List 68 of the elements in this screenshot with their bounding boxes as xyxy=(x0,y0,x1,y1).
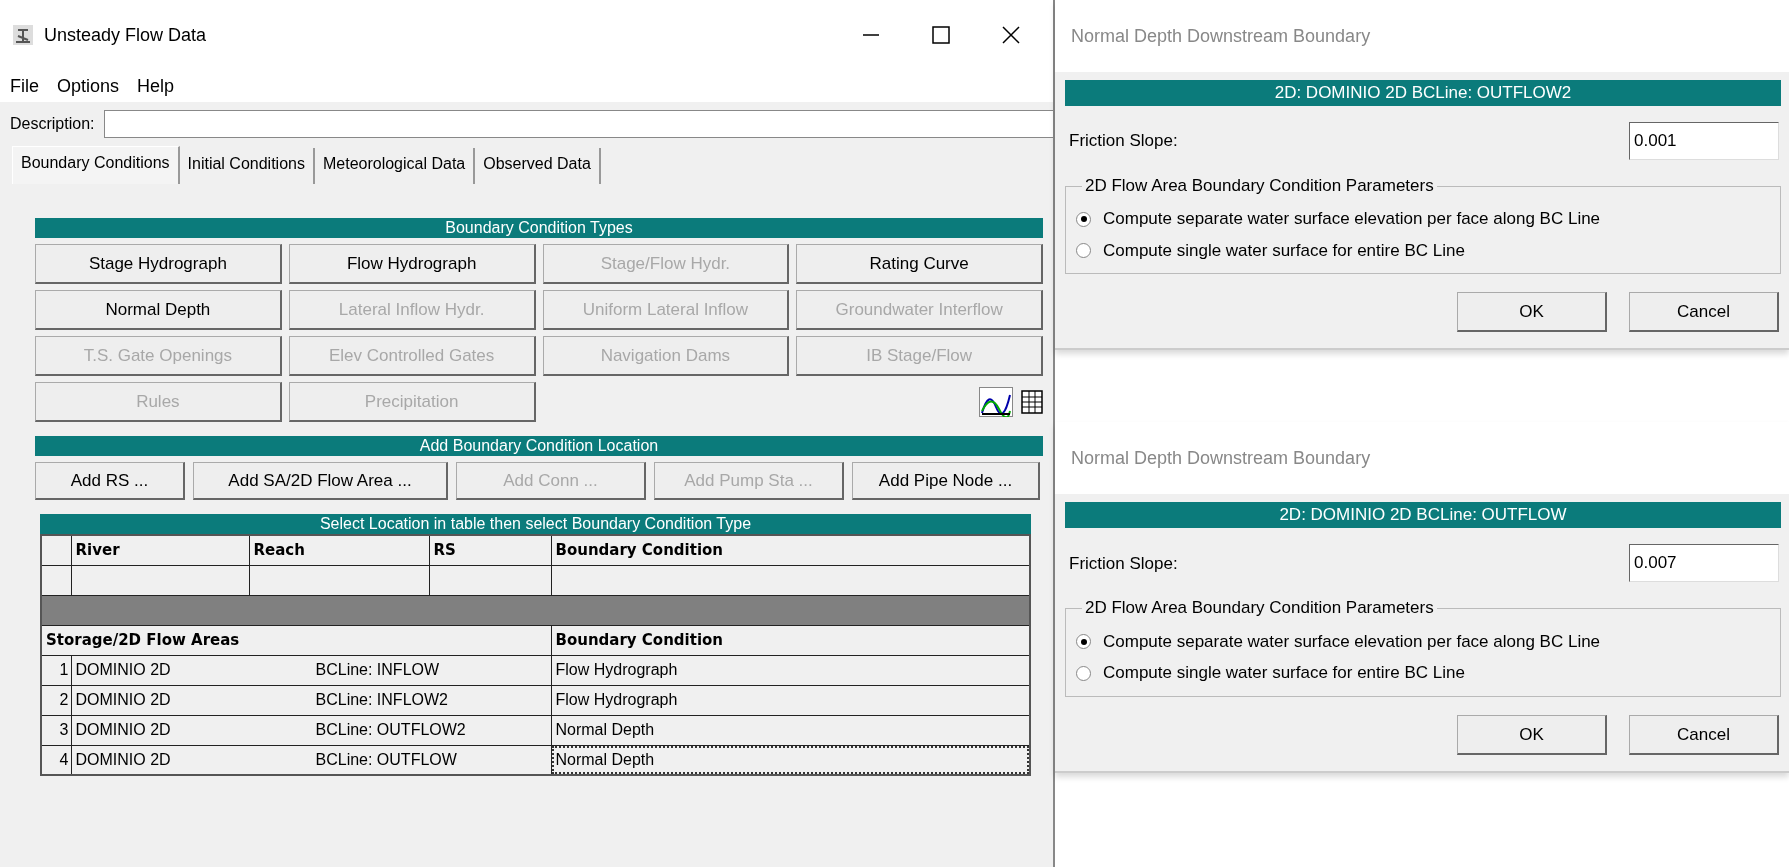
option-label[interactable]: Compute single water surface for entire BC Line xyxy=(1103,660,1465,686)
dialog-header: 2D: DOMINIO 2D BCLine: OUTFLOW2 xyxy=(1065,80,1781,106)
friction-slope-field[interactable]: 0.007 xyxy=(1629,544,1779,583)
table-cell[interactable]: DOMINIO 2D BCLine: OUTFLOW2 xyxy=(71,715,551,745)
table-cell[interactable]: DOMINIO 2D BCLine: INFLOW xyxy=(71,655,551,685)
column-header: RS xyxy=(429,535,551,565)
table-cell[interactable]: DOMINIO 2D BCLine: INFLOW2 xyxy=(71,685,551,715)
group-label: 2D Flow Area Boundary Condition Parameters xyxy=(1084,176,1435,197)
table-cell[interactable] xyxy=(71,565,249,595)
bc-line-name: BCLine: INFLOW2 xyxy=(315,690,448,710)
option-label[interactable]: Compute separate water surface elevation per face along BC Line xyxy=(1103,628,1601,655)
add-location-button[interactable]: Add RS ... xyxy=(35,462,185,500)
dialog-title: Normal Depth Downstream Boundary xyxy=(1055,0,1789,72)
description-field[interactable] xyxy=(104,110,1053,138)
friction-slope-field[interactable]: 0.001 xyxy=(1629,122,1779,160)
table-icon[interactable] xyxy=(1021,390,1043,414)
app-icon xyxy=(12,24,34,46)
window-title: Unsteady Flow Data xyxy=(44,23,208,47)
table-cell[interactable] xyxy=(249,565,429,595)
condition-type-button[interactable]: Stage Hydrograph xyxy=(35,244,282,284)
dialog-button[interactable]: Cancel xyxy=(1629,714,1779,755)
close-icon[interactable] xyxy=(1001,25,1021,45)
column-header: Reach xyxy=(249,535,429,565)
menu-item[interactable]: Options xyxy=(57,72,120,100)
dialog-button[interactable]: Cancel xyxy=(1629,292,1779,333)
dialog-button[interactable]: OK xyxy=(1457,714,1607,755)
condition-type-button[interactable]: Normal Depth xyxy=(35,290,282,330)
dialog-header: 2D: DOMINIO 2D BCLine: OUTFLOW xyxy=(1065,502,1781,529)
row-number: 3 xyxy=(41,715,71,745)
radio-button[interactable] xyxy=(1076,665,1091,681)
area-name: DOMINIO 2D xyxy=(75,749,172,770)
menu-item[interactable]: Help xyxy=(137,72,175,100)
group-label: 2D Flow Area Boundary Condition Parameters xyxy=(1084,598,1435,619)
table-cell[interactable] xyxy=(41,565,71,595)
maximize-icon[interactable] xyxy=(931,25,951,45)
plot-icon[interactable] xyxy=(979,387,1013,417)
option-label[interactable]: Compute single water surface for entire BC Line xyxy=(1103,237,1465,264)
add-location-button[interactable]: Add SA/2D Flow Area ... xyxy=(193,462,448,500)
dialog-title: Normal Depth Downstream Boundary xyxy=(1055,422,1789,495)
bc-line-name: BCLine: OUTFLOW xyxy=(315,749,457,770)
row-number: 1 xyxy=(41,655,71,685)
table-cell[interactable] xyxy=(429,565,551,595)
description-label: Description: xyxy=(10,114,95,134)
add-location-button[interactable]: Add Pipe Node ... xyxy=(852,462,1040,500)
radio-button[interactable] xyxy=(1076,634,1091,650)
row-number: 2 xyxy=(41,685,71,715)
field-label: Friction Slope: xyxy=(1069,552,1178,575)
area-name: DOMINIO 2D xyxy=(75,690,172,710)
dialog-button[interactable]: OK xyxy=(1457,292,1607,333)
condition-type-button[interactable]: Flow Hydrograph xyxy=(288,244,536,284)
option-label[interactable]: Compute separate water surface elevation per face along BC Line xyxy=(1103,206,1601,232)
radio-button[interactable] xyxy=(1076,211,1091,227)
area-name: DOMINIO 2D xyxy=(75,720,172,740)
tab[interactable]: Boundary Conditions xyxy=(12,146,180,184)
section-header: Boundary Condition Types xyxy=(35,218,1043,238)
section-header: Add Boundary Condition Location xyxy=(35,436,1043,456)
bc-line-name: BCLine: OUTFLOW2 xyxy=(315,720,466,740)
condition-type-button[interactable]: Rating Curve xyxy=(796,244,1043,284)
column-header: River xyxy=(71,535,249,565)
table-header: Select Location in table then select Boundary Condition Type xyxy=(40,514,1031,534)
table-cell[interactable]: Normal Depth xyxy=(551,745,1030,775)
table-cell xyxy=(41,535,71,565)
menu-item[interactable]: File xyxy=(10,72,39,100)
radio-button[interactable] xyxy=(1076,243,1091,259)
area-name: DOMINIO 2D xyxy=(75,660,172,680)
field-label: Friction Slope: xyxy=(1069,130,1178,153)
bc-line-name: BCLine: INFLOW xyxy=(315,660,440,680)
column-header: Storage/2D Flow Areas xyxy=(41,625,551,655)
